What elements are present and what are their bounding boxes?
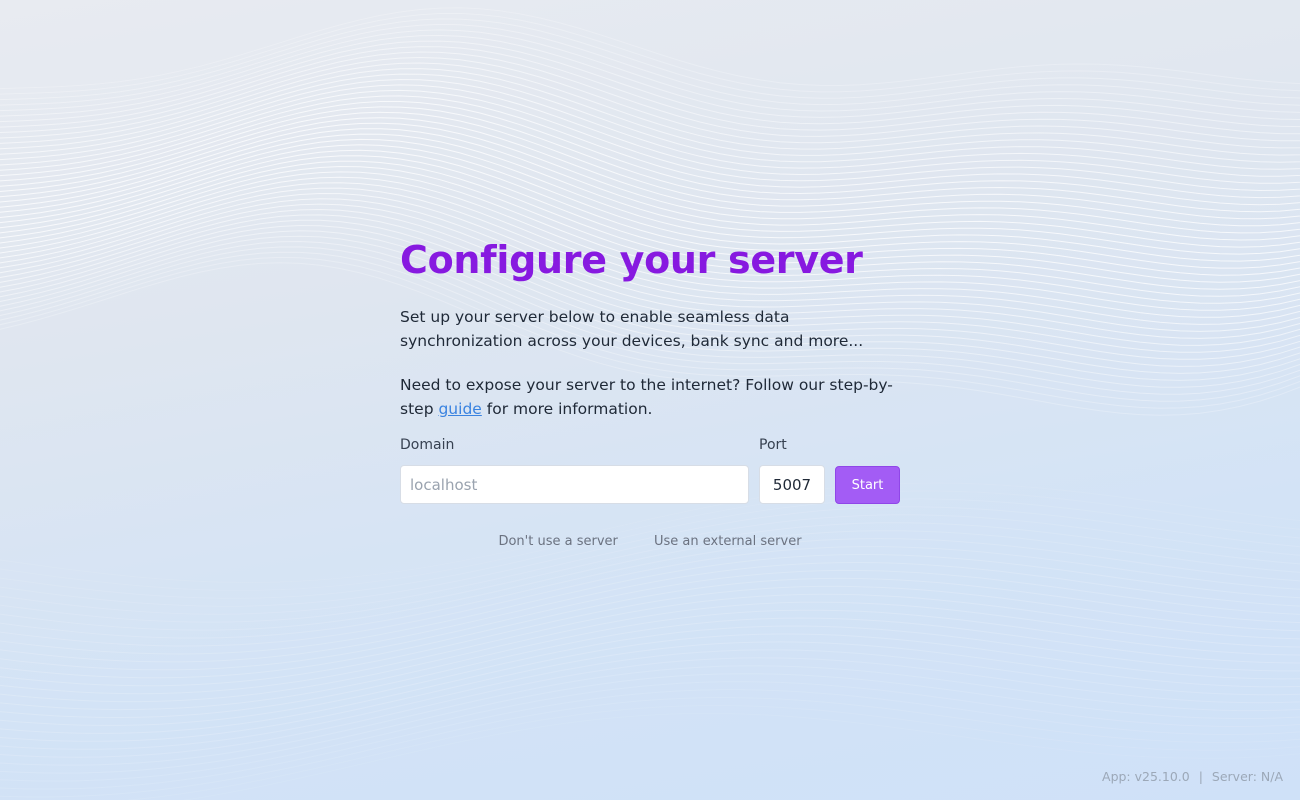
- page-title: Configure your server: [400, 238, 863, 282]
- dont-use-server-link[interactable]: Don't use a server: [498, 534, 617, 549]
- guide-link[interactable]: guide: [438, 400, 481, 418]
- background-wave-line: [0, 117, 1300, 227]
- domain-input[interactable]: [400, 465, 749, 504]
- background-wave-line: [0, 617, 1300, 719]
- background-wave-line: [181, 713, 1300, 800]
- alternative-options: Don't use a server Use an external serve…: [400, 534, 900, 549]
- app-version: App: v25.10.0: [1102, 769, 1190, 784]
- server-version: Server: N/A: [1211, 769, 1283, 784]
- port-input[interactable]: [759, 465, 825, 504]
- description-text: Set up your server below to enable seaml…: [400, 308, 864, 350]
- port-label: Port: [759, 437, 787, 453]
- background-wave-line: [0, 12, 1300, 95]
- background-wave-line: [0, 673, 1300, 774]
- background-wave-line: [124, 704, 1300, 800]
- background-wave-line: [0, 546, 1300, 647]
- server-form: Domain Port Start: [400, 437, 900, 504]
- background-wave-line: [0, 514, 1300, 615]
- background-wave-line: [0, 106, 1300, 213]
- version-separator: |: [1198, 769, 1203, 784]
- background-wave-line: [0, 681, 1300, 782]
- server-config-panel: Configure your server Set up your server…: [400, 236, 900, 549]
- background-wave-line: [0, 609, 1300, 711]
- start-button[interactable]: Start: [835, 466, 900, 504]
- expose-text-after: for more information.: [481, 400, 653, 418]
- background-wave-line: [0, 18, 1300, 101]
- domain-label: Domain: [400, 437, 455, 453]
- external-server-link[interactable]: Use an external server: [654, 534, 802, 549]
- background-wave-line: [0, 89, 1300, 192]
- background-wave-line: [0, 577, 1300, 679]
- background-wave-line: [0, 601, 1300, 703]
- background-wave-line: [0, 538, 1300, 639]
- expose-info-text: Need to expose your server to the intern…: [400, 373, 900, 421]
- version-info: App: v25.10.0 | Server: N/A: [1102, 769, 1283, 784]
